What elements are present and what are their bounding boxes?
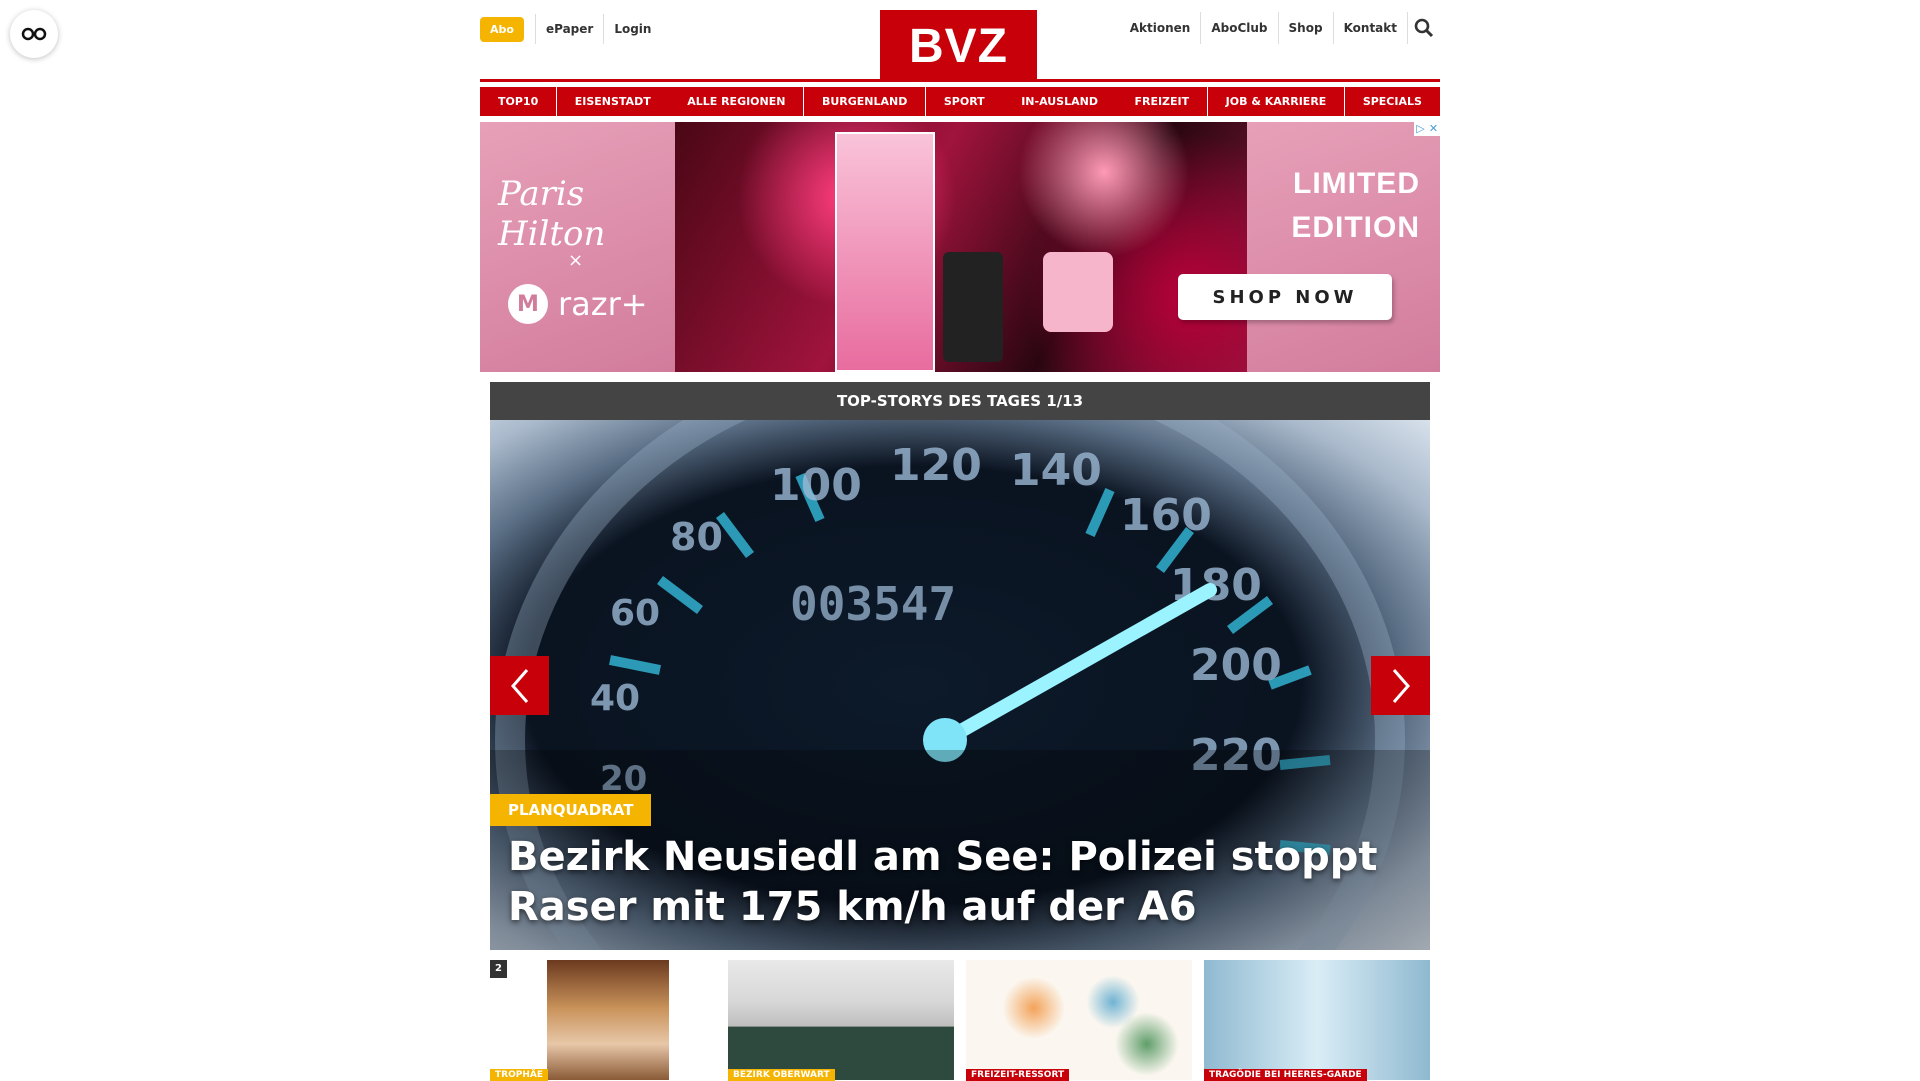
nav-item-freizeit[interactable]: FREIZEIT (1116, 87, 1208, 116)
accessibility-widget-button[interactable] (10, 10, 58, 58)
teaser-tag: FREIZEIT-RESSORT (966, 1069, 1070, 1081)
nav-item-sport[interactable]: SPORT (925, 87, 1003, 116)
nav-item-job-karriere[interactable]: JOB & KARRIERE (1207, 87, 1345, 116)
svg-text:003547: 003547 (790, 577, 956, 631)
site-header: Abo ePaper Login BVZ Aktionen AboClub Sh… (480, 0, 1440, 82)
teaser-card[interactable]: 4 FREIZEIT-RESSORT (966, 960, 1192, 1081)
teaser-row: 2 TROPHÄE 3 BEZIRK OBERWART 4 FREIZEIT-R… (490, 960, 1430, 1081)
motorola-logo-icon: M (508, 284, 548, 324)
nav-item-specials[interactable]: SPECIALS (1344, 87, 1440, 116)
svg-text:200: 200 (1190, 640, 1282, 691)
login-link[interactable]: Login (603, 14, 661, 44)
teaser-image (547, 960, 669, 1080)
teaser-card[interactable]: 3 BEZIRK OBERWART (728, 960, 954, 1081)
glasses-icon (21, 27, 47, 41)
site-logo[interactable]: BVZ (880, 10, 1037, 82)
teaser-image (728, 960, 954, 1080)
carousel-prev-button[interactable] (490, 656, 549, 715)
kontakt-link[interactable]: Kontakt (1334, 12, 1408, 44)
top-nav-left: Abo ePaper Login (480, 14, 661, 44)
epaper-link[interactable]: ePaper (534, 14, 603, 44)
ad-case-image (1043, 252, 1113, 332)
abo-button[interactable]: Abo (480, 16, 524, 42)
ad-choices[interactable]: ▷ ✕ (1414, 122, 1440, 136)
teaser-tag: TROPHÄE (490, 1069, 548, 1081)
shop-link[interactable]: Shop (1279, 12, 1334, 44)
advertisement-banner[interactable]: Paris Hilton × M razr+ LIMITED EDITION S… (480, 122, 1440, 372)
aktionen-link[interactable]: Aktionen (1120, 12, 1202, 44)
svg-text:80: 80 (670, 515, 723, 559)
teaser-card[interactable]: 5 TRAGÖDIE BEI HEERES-GARDE (1204, 960, 1430, 1081)
top-nav-right: Aktionen AboClub Shop Kontakt (1120, 12, 1440, 44)
shop-now-button[interactable]: SHOP NOW (1178, 274, 1392, 320)
ad-brand-separator: × (568, 250, 584, 271)
teaser-tag: TRAGÖDIE BEI HEERES-GARDE (1204, 1069, 1367, 1081)
svg-text:140: 140 (1010, 445, 1102, 496)
svg-text:120: 120 (890, 440, 982, 491)
chevron-right-icon (1392, 668, 1410, 703)
ad-product-image (675, 122, 1247, 372)
ad-phone-image (943, 252, 1003, 362)
nav-item-burgenland[interactable]: BURGENLAND (803, 87, 926, 116)
teaser-image (966, 960, 1192, 1080)
svg-text:40: 40 (590, 678, 640, 719)
top-stories-header: TOP-STORYS DES TAGES 1/13 (490, 382, 1430, 420)
top-stories-carousel: TOP-STORYS DES TAGES 1/13 80 100 120 140… (490, 382, 1430, 1081)
nav-item-eisenstadt[interactable]: EISENSTADT (556, 87, 669, 116)
ad-brand-paris-hilton: Paris Hilton (498, 174, 606, 254)
svg-text:60: 60 (610, 593, 660, 634)
carousel-next-button[interactable] (1371, 656, 1430, 715)
hero-story-tag[interactable]: PLANQUADRAT (490, 794, 652, 826)
aboclub-link[interactable]: AboClub (1201, 12, 1279, 44)
teaser-card[interactable]: 2 TROPHÄE (490, 960, 716, 1081)
ad-product-box (835, 132, 935, 372)
svg-text:160: 160 (1120, 490, 1212, 541)
teaser-tag: BEZIRK OBERWART (728, 1069, 835, 1081)
svg-text:100: 100 (770, 460, 862, 511)
chevron-left-icon (510, 668, 528, 703)
ad-brand-razr: M razr+ (508, 284, 648, 324)
teaser-number: 2 (490, 960, 507, 978)
hero-story-title[interactable]: Bezirk Neusiedl am See: Polizei stoppt R… (508, 832, 1388, 932)
category-nav: TOP10 EISENSTADT ALLE REGIONEN BURGENLAN… (480, 87, 1440, 116)
search-button[interactable] (1408, 12, 1440, 44)
nav-item-alle-regionen[interactable]: ALLE REGIONEN (669, 87, 804, 116)
nav-item-in-ausland[interactable]: IN-AUSLAND (1003, 87, 1116, 116)
hero-story[interactable]: 80 100 120 140 160 180 200 220 60 40 20 00354… (490, 420, 1430, 950)
ad-cta-panel: LIMITED EDITION (1247, 122, 1440, 372)
nav-item-top10[interactable]: TOP10 (480, 87, 557, 116)
teaser-image (1204, 960, 1430, 1080)
ad-brand-razr-label: razr+ (558, 285, 648, 323)
ad-close-icon[interactable]: ✕ (1427, 122, 1440, 136)
adchoices-icon[interactable]: ▷ (1414, 122, 1427, 136)
search-icon (1414, 18, 1434, 38)
ad-brand-panel: Paris Hilton × M razr+ (480, 122, 675, 372)
ad-headline: LIMITED EDITION (1291, 167, 1420, 244)
